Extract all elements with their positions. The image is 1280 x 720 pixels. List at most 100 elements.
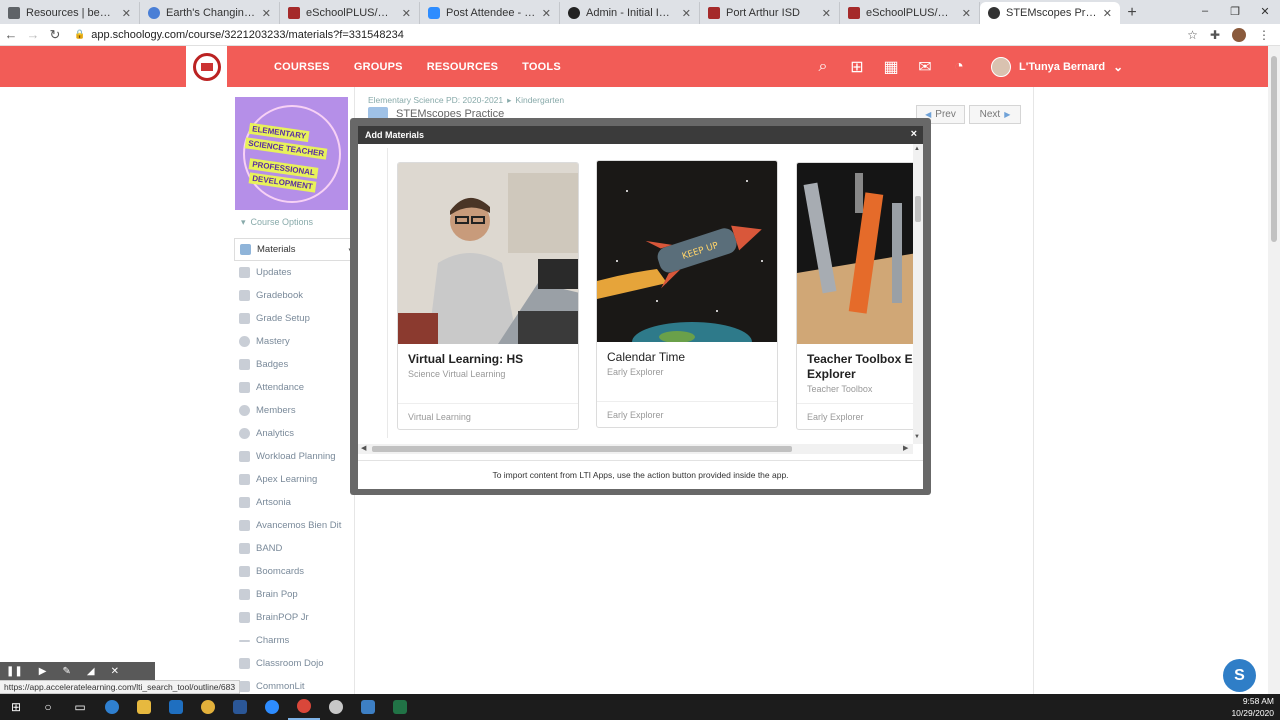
tab-close-icon[interactable]: ✕ [122, 7, 131, 20]
sidebar-item-attendance[interactable]: Attendance [234, 376, 354, 399]
tab-close-icon[interactable]: ✕ [262, 7, 271, 20]
nav-resources[interactable]: RESOURCES [427, 61, 498, 73]
back-arrow-icon[interactable]: ← [0, 27, 22, 42]
sidebar-item-workload-planning[interactable]: Workload Planning [234, 445, 354, 468]
tab-close-icon[interactable]: ✕ [962, 7, 971, 20]
sidebar-item-grade-setup[interactable]: Grade Setup [234, 307, 354, 330]
notifications-icon[interactable]: ◔ [950, 58, 968, 76]
pause-icon[interactable]: ❚❚ [6, 666, 23, 677]
reload-icon[interactable]: ↻ [44, 27, 66, 43]
breadcrumb-course[interactable]: Elementary Science PD: 2020-2021 [368, 95, 503, 106]
support-chat-button[interactable]: S [1223, 659, 1256, 692]
sidebar-item-materials[interactable]: Materials▾ [234, 238, 354, 261]
play-icon[interactable]: ▶ [39, 666, 47, 677]
file-explorer-icon[interactable] [128, 694, 160, 720]
edge-icon[interactable] [96, 694, 128, 720]
zoom-icon[interactable] [256, 694, 288, 720]
clock-date: 10/29/2020 [1231, 708, 1274, 718]
windows-start-icon[interactable]: ⊞ [0, 694, 32, 720]
minimize-icon[interactable]: – [1190, 0, 1220, 22]
profile-avatar-icon[interactable] [1232, 27, 1246, 42]
sidebar-item-classroom-dojo[interactable]: Classroom Dojo [234, 652, 354, 675]
browser-tab[interactable]: Resources | beaumontcm✕ [0, 2, 140, 24]
header-icons: ⌕ ⊞ ▦ ✉ ◔ [814, 46, 968, 87]
material-card[interactable]: Teacher Toolbox Ear Explorer Teacher Too… [796, 162, 923, 430]
excel-icon[interactable] [384, 694, 416, 720]
browser-tab[interactable]: eSchoolPLUS/Schoology – …✕ [840, 2, 980, 24]
next-button[interactable]: Next ▶ [969, 105, 1021, 124]
sidebar-item-badges[interactable]: Badges [234, 353, 354, 376]
sidebar-item-brainpop-jr[interactable]: BrainPOP Jr [234, 606, 354, 629]
lock-icon: 🔒 [74, 29, 86, 39]
material-card[interactable]: KEEP UP Calendar Time Early Explorer Ear… [596, 160, 778, 428]
school-logo[interactable] [186, 46, 227, 87]
nav-groups[interactable]: GROUPS [354, 61, 403, 73]
task-view-icon[interactable]: ▭ [64, 694, 96, 720]
nav-tools[interactable]: TOOLS [522, 61, 561, 73]
sidebar-item-artsonia[interactable]: Artsonia [234, 491, 354, 514]
user-menu[interactable]: L'Tunya Bernard ⌄ [991, 46, 1123, 87]
browser-menu-icon[interactable]: ⋮ [1258, 28, 1270, 42]
restore-icon[interactable]: ❐ [1220, 0, 1250, 22]
scroll-down-icon[interactable]: ▼ [914, 434, 920, 440]
apps-grid-icon[interactable]: ⊞ [848, 57, 866, 77]
sidebar-item-boomcards[interactable]: Boomcards [234, 560, 354, 583]
tab-close-icon[interactable]: ✕ [402, 7, 411, 20]
new-tab-button[interactable]: + [1120, 2, 1144, 24]
sidebar-item-avancemos[interactable]: Avancemos Bien Dit [234, 514, 354, 537]
course-options-toggle[interactable]: ▾ Course Options [241, 217, 313, 228]
dialog-vertical-scrollbar[interactable]: ▲ ▼ [913, 144, 923, 444]
eraser-icon[interactable]: ◢ [87, 666, 95, 677]
page-scrollbar[interactable] [1268, 46, 1280, 694]
system-clock[interactable]: 9:58 AM 10/29/2020 [1231, 695, 1274, 719]
sidebar-item-band[interactable]: BAND [234, 537, 354, 560]
analytics-icon [239, 428, 250, 439]
sidebar-item-gradebook[interactable]: Gradebook [234, 284, 354, 307]
browser-tab[interactable]: Admin - Initial Implementati…✕ [560, 2, 700, 24]
word-icon[interactable] [224, 694, 256, 720]
tab-close-icon[interactable]: ✕ [682, 7, 691, 20]
chrome-icon[interactable] [192, 694, 224, 720]
outlook-icon[interactable] [160, 694, 192, 720]
chrome-active-icon[interactable] [288, 694, 320, 720]
search-icon[interactable]: ○ [32, 694, 64, 720]
close-icon[interactable]: × [911, 128, 917, 140]
scroll-thumb[interactable] [1271, 56, 1277, 242]
sidebar-item-mastery[interactable]: Mastery [234, 330, 354, 353]
browser-tab[interactable]: Port Arthur ISD ✕ [700, 2, 840, 24]
sidebar-item-apex-learning[interactable]: Apex Learning [234, 468, 354, 491]
dialog-horizontal-scrollbar[interactable]: ◀ ▶ [358, 444, 913, 454]
browser-tab[interactable]: eSchoolPLUS/Schoology – …✕ [280, 2, 420, 24]
sidebar-item-analytics[interactable]: Analytics [234, 422, 354, 445]
close-icon[interactable]: ✕ [111, 666, 119, 677]
close-window-icon[interactable]: ✕ [1250, 0, 1280, 22]
sidebar-item-updates[interactable]: Updates [234, 261, 354, 284]
sidebar-item-members[interactable]: Members [234, 399, 354, 422]
breadcrumb-folder[interactable]: Kindergarten [515, 95, 564, 106]
nav-courses[interactable]: COURSES [274, 61, 330, 73]
url-field[interactable]: 🔒 app.schoology.com/course/3221203233/ma… [66, 25, 1187, 45]
photos-icon[interactable] [352, 694, 384, 720]
bookmark-star-icon[interactable]: ☆ [1187, 28, 1198, 42]
scroll-up-icon[interactable]: ▲ [914, 146, 920, 152]
tab-close-icon[interactable]: ✕ [822, 7, 831, 20]
mail-icon[interactable]: ✉ [916, 57, 934, 77]
sidebar-item-brain-pop[interactable]: Brain Pop [234, 583, 354, 606]
search-icon[interactable]: ⌕ [814, 58, 832, 76]
pen-icon[interactable]: ✎ [62, 666, 70, 677]
extensions-icon[interactable]: ✚ [1210, 28, 1220, 42]
scroll-left-icon[interactable]: ◀ [361, 444, 366, 452]
forward-arrow-icon[interactable]: → [22, 27, 44, 42]
scroll-thumb[interactable] [915, 196, 921, 222]
app-icon[interactable] [320, 694, 352, 720]
scroll-thumb[interactable] [372, 446, 792, 452]
scroll-right-icon[interactable]: ▶ [903, 444, 908, 452]
browser-tab[interactable]: Post Attendee - Zoom✕ [420, 2, 560, 24]
calendar-icon[interactable]: ▦ [882, 57, 900, 77]
tab-close-icon[interactable]: ✕ [542, 7, 551, 20]
browser-tab-active[interactable]: STEMscopes Practice | Scho…✕ [980, 2, 1120, 24]
browser-tab[interactable]: Earth's Changing Surfaces✕ [140, 2, 280, 24]
material-card[interactable]: Virtual Learning: HS Science Virtual Lea… [397, 162, 579, 430]
sidebar-item-charms[interactable]: Charms [234, 629, 354, 652]
tab-close-icon[interactable]: ✕ [1103, 7, 1112, 20]
